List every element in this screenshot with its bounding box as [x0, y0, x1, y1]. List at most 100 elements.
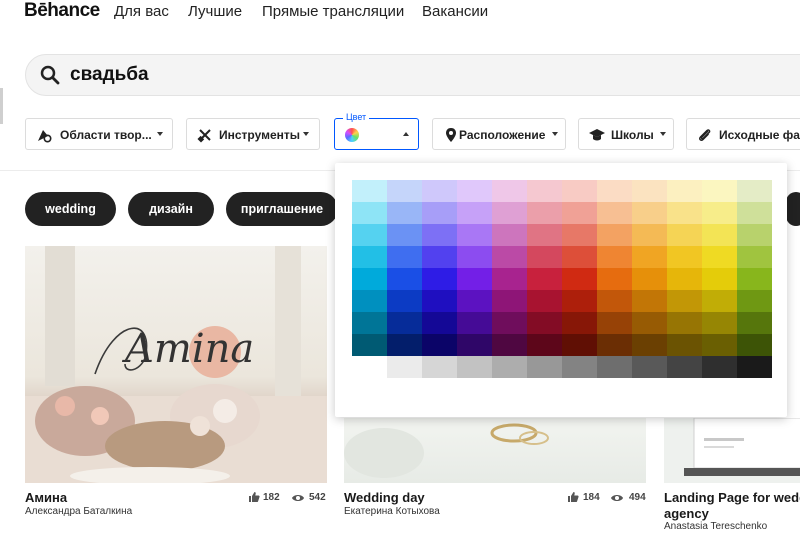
color-swatch[interactable] [457, 312, 492, 334]
color-swatch[interactable] [702, 268, 737, 290]
color-swatch[interactable] [492, 268, 527, 290]
gray-swatch[interactable] [597, 356, 632, 378]
color-swatch[interactable] [492, 312, 527, 334]
color-swatch[interactable] [737, 202, 772, 224]
color-swatch[interactable] [667, 202, 702, 224]
color-swatch[interactable] [457, 268, 492, 290]
project-title[interactable]: Амина [25, 490, 67, 505]
color-swatch[interactable] [562, 202, 597, 224]
color-swatch[interactable] [422, 290, 457, 312]
color-swatch[interactable] [352, 202, 387, 224]
gray-swatch[interactable] [527, 356, 562, 378]
color-swatch[interactable] [562, 180, 597, 202]
filter-tools[interactable]: Инструменты [186, 118, 320, 150]
color-swatch[interactable] [737, 334, 772, 356]
color-swatch[interactable] [422, 334, 457, 356]
tag-wedding[interactable]: wedding [25, 192, 116, 226]
color-swatch[interactable] [352, 334, 387, 356]
tag-partial[interactable] [786, 192, 800, 226]
color-swatch[interactable] [387, 268, 422, 290]
color-swatch[interactable] [387, 334, 422, 356]
color-swatch[interactable] [597, 224, 632, 246]
color-swatch[interactable] [562, 312, 597, 334]
color-swatch[interactable] [527, 268, 562, 290]
color-swatch[interactable] [632, 246, 667, 268]
color-swatch[interactable] [737, 224, 772, 246]
color-swatch[interactable] [422, 312, 457, 334]
color-swatch[interactable] [667, 290, 702, 312]
color-swatch[interactable] [527, 202, 562, 224]
color-swatch[interactable] [492, 246, 527, 268]
gray-swatch[interactable] [562, 356, 597, 378]
color-swatch[interactable] [457, 246, 492, 268]
color-swatch[interactable] [422, 180, 457, 202]
filter-location[interactable]: Расположение [432, 118, 566, 150]
color-swatch[interactable] [527, 224, 562, 246]
project-author[interactable]: Александра Баталкина [25, 506, 132, 517]
search-input[interactable]: свадьба [70, 64, 149, 86]
color-swatch[interactable] [667, 268, 702, 290]
color-swatch[interactable] [352, 180, 387, 202]
gray-swatch[interactable] [387, 356, 422, 378]
filter-source-files[interactable]: Исходные фа [686, 118, 800, 150]
color-swatch[interactable] [667, 312, 702, 334]
gray-swatch[interactable] [457, 356, 492, 378]
filter-color[interactable]: Цвет [334, 112, 419, 150]
color-swatch[interactable] [492, 180, 527, 202]
color-swatch[interactable] [597, 246, 632, 268]
color-swatch[interactable] [702, 290, 737, 312]
nav-link-for-you[interactable]: Для вас [114, 3, 169, 20]
color-swatch[interactable] [632, 180, 667, 202]
gray-swatch[interactable] [352, 356, 387, 378]
tag-invitation[interactable]: приглашение [226, 192, 338, 226]
color-swatch[interactable] [632, 290, 667, 312]
color-swatch[interactable] [737, 312, 772, 334]
color-swatch[interactable] [352, 224, 387, 246]
color-swatch[interactable] [422, 224, 457, 246]
color-swatch[interactable] [492, 202, 527, 224]
project-cover-amina[interactable]: Amina [25, 246, 327, 483]
color-swatch[interactable] [702, 246, 737, 268]
color-swatch[interactable] [457, 202, 492, 224]
color-swatch[interactable] [457, 180, 492, 202]
color-swatch[interactable] [457, 224, 492, 246]
gray-swatch[interactable] [667, 356, 702, 378]
color-swatch[interactable] [422, 268, 457, 290]
gray-swatch[interactable] [422, 356, 457, 378]
filter-creative-fields[interactable]: Области твор... [25, 118, 173, 150]
color-swatch[interactable] [562, 224, 597, 246]
color-swatch[interactable] [667, 224, 702, 246]
color-swatch[interactable] [702, 312, 737, 334]
color-swatch[interactable] [562, 290, 597, 312]
color-swatch[interactable] [387, 246, 422, 268]
color-swatch[interactable] [527, 334, 562, 356]
color-swatch[interactable] [597, 202, 632, 224]
color-swatch[interactable] [457, 334, 492, 356]
color-swatch[interactable] [667, 180, 702, 202]
color-swatch[interactable] [527, 312, 562, 334]
color-swatch[interactable] [492, 224, 527, 246]
color-swatch[interactable] [352, 246, 387, 268]
color-swatch[interactable] [597, 180, 632, 202]
color-swatch[interactable] [387, 224, 422, 246]
color-swatch[interactable] [352, 268, 387, 290]
color-swatch[interactable] [702, 180, 737, 202]
color-swatch[interactable] [632, 224, 667, 246]
color-swatch[interactable] [632, 334, 667, 356]
color-swatch[interactable] [527, 180, 562, 202]
gray-swatch[interactable] [737, 356, 772, 378]
color-swatch[interactable] [702, 334, 737, 356]
color-swatch[interactable] [422, 246, 457, 268]
color-swatch[interactable] [352, 290, 387, 312]
color-swatch[interactable] [562, 246, 597, 268]
nav-link-jobs[interactable]: Вакансии [422, 3, 488, 20]
project-cover-landing-page[interactable] [664, 418, 800, 483]
color-swatch[interactable] [632, 268, 667, 290]
color-swatch[interactable] [352, 312, 387, 334]
nav-link-livestreams[interactable]: Прямые трансляции [262, 3, 404, 20]
color-swatch[interactable] [457, 290, 492, 312]
color-swatch[interactable] [492, 290, 527, 312]
color-swatch[interactable] [527, 290, 562, 312]
color-swatch[interactable] [387, 312, 422, 334]
tag-design[interactable]: дизайн [128, 192, 214, 226]
